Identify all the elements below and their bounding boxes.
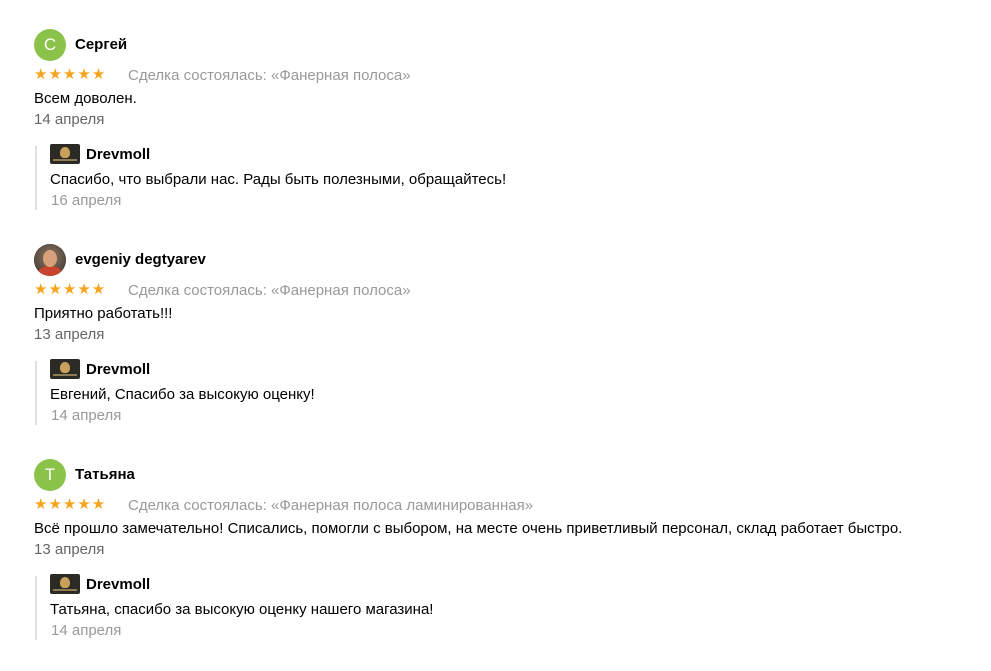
review-text: Всё прошло замечательно! Списались, помо… — [34, 520, 903, 537]
avatar[interactable]: С — [34, 29, 66, 61]
review-date: 13 апреля — [34, 541, 105, 558]
rating-stars: ★★★★★ — [34, 496, 107, 513]
review-author[interactable]: evgeniy degtyarev — [75, 251, 206, 268]
rating-stars: ★★★★★ — [34, 66, 107, 83]
reply-text: Татьяна, спасибо за высокую оценку нашег… — [50, 601, 434, 618]
reply-date: 14 апреля — [51, 407, 122, 424]
reply-date: 14 апреля — [51, 622, 122, 639]
reply-text: Спасибо, что выбрали нас. Рады быть поле… — [50, 171, 507, 188]
review-author[interactable]: Татьяна — [75, 466, 135, 483]
rating-stars: ★★★★★ — [34, 281, 107, 298]
review-text: Приятно работать!!! — [34, 305, 173, 322]
shop-logo-icon — [50, 359, 80, 379]
reply-text: Евгений, Спасибо за высокую оценку! — [50, 386, 315, 403]
shop-logo-icon — [50, 144, 80, 164]
review-text: Всем доволен. — [34, 90, 137, 107]
deal-info: Сделка состоялась: «Фанерная полоса» — [128, 282, 411, 299]
review-item: С Сергей ★★★★★ Сделка состоялась: «Фанер… — [0, 0, 991, 215]
deal-info: Сделка состоялась: «Фанерная полоса лами… — [128, 497, 534, 514]
review-author[interactable]: Сергей — [75, 36, 127, 53]
shop-name[interactable]: Drevmoll — [86, 361, 150, 378]
avatar[interactable]: Т — [34, 459, 66, 491]
review-item: Т Татьяна ★★★★★ Сделка состоялась: «Фане… — [0, 430, 991, 645]
avatar[interactable] — [34, 244, 66, 276]
shop-name[interactable]: Drevmoll — [86, 576, 150, 593]
shop-name[interactable]: Drevmoll — [86, 146, 150, 163]
reply-divider — [35, 146, 37, 210]
review-date: 14 апреля — [34, 111, 105, 128]
reply-divider — [35, 576, 37, 640]
review-item: evgeniy degtyarev ★★★★★ Сделка состоялас… — [0, 215, 991, 430]
deal-info: Сделка состоялась: «Фанерная полоса» — [128, 67, 411, 84]
reply-divider — [35, 361, 37, 425]
shop-logo-icon — [50, 574, 80, 594]
review-date: 13 апреля — [34, 326, 105, 343]
reply-date: 16 апреля — [51, 192, 122, 209]
